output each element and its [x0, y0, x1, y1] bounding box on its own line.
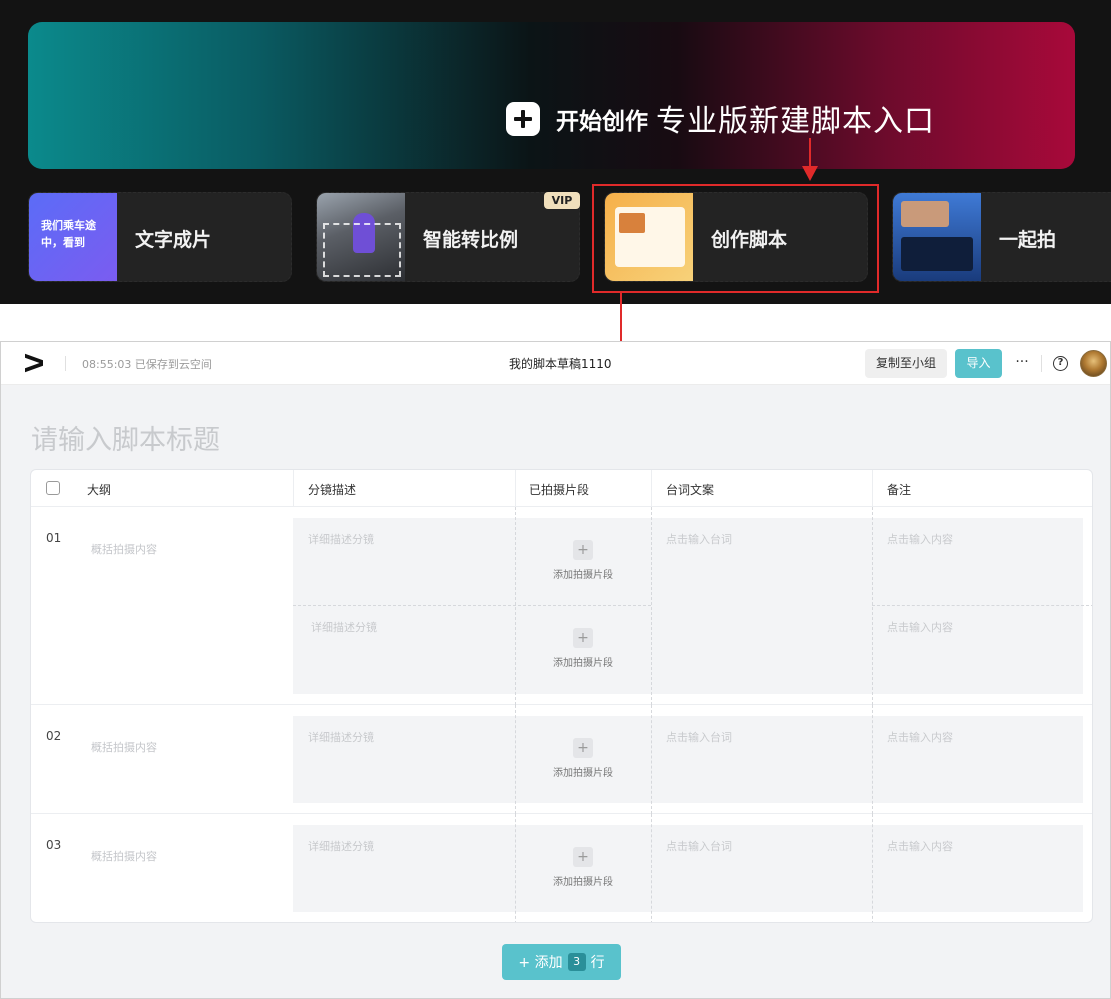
- shot-desc-input[interactable]: 详细描述分镜: [308, 838, 374, 854]
- lines-input[interactable]: 点击输入台词: [666, 838, 732, 854]
- more-icon[interactable]: ···: [1012, 353, 1032, 373]
- row-number: 03: [46, 838, 62, 852]
- annotation-arrow-head: [802, 166, 818, 181]
- document-title[interactable]: 我的脚本草稿1110: [509, 355, 612, 372]
- notes-input[interactable]: 点击输入内容: [887, 619, 953, 635]
- card-text-to-video[interactable]: 我们乘车途中，看到 文字成片: [28, 192, 292, 282]
- script-editor: 08:55:03 已保存到云空间 我的脚本草稿1110 复制至小组 导入 ···…: [0, 341, 1111, 999]
- shot-desc-input[interactable]: 详细描述分镜: [308, 531, 374, 547]
- divider: [872, 605, 1092, 606]
- add-clip-button[interactable]: + 添加拍摄片段: [543, 847, 623, 888]
- add-clip-label: 添加拍摄片段: [553, 570, 613, 581]
- divider: [651, 507, 652, 705]
- script-title-input[interactable]: 请输入脚本标题: [31, 418, 220, 457]
- card-label: 智能转比例: [423, 229, 519, 251]
- smart-ratio-thumbnail: [317, 193, 405, 281]
- outline-input[interactable]: 概括拍摄内容: [91, 848, 157, 864]
- annotation-highlight-box: [592, 184, 879, 293]
- divider: [872, 705, 873, 814]
- avatar[interactable]: [1080, 350, 1107, 377]
- column-header-notes: 备注: [887, 483, 912, 497]
- add-rows-prefix: + 添加: [518, 955, 563, 971]
- import-button[interactable]: 导入: [955, 349, 1002, 378]
- save-status: 08:55:03 已保存到云空间: [82, 358, 212, 371]
- row-number: 01: [46, 531, 62, 545]
- script-table: 大纲 分镜描述 已拍摄片段 台词文案 备注 01 概括拍摄内容 详细描述分镜 详…: [30, 469, 1093, 923]
- outline-input[interactable]: 概括拍摄内容: [91, 541, 157, 557]
- divider: [872, 507, 873, 705]
- column-divider: [651, 470, 652, 507]
- start-create-label: 开始创作: [556, 109, 648, 135]
- divider: [515, 507, 516, 705]
- card-label: 一起拍: [999, 229, 1057, 251]
- table-header: 大纲 分镜描述 已拍摄片段 台词文案 备注: [31, 470, 1092, 507]
- shot-desc-input[interactable]: 详细描述分镜: [308, 729, 374, 745]
- notes-input[interactable]: 点击输入内容: [887, 531, 953, 547]
- divider: [515, 814, 516, 922]
- screenshot-root: 开始创作 专业版新建脚本入口 我们乘车途中，看到 文字成片 智能转比例 创作脚本…: [0, 0, 1111, 999]
- capcut-logo-icon[interactable]: [23, 354, 45, 372]
- annotation-text: 专业版新建脚本入口: [656, 104, 935, 139]
- card-label: 文字成片: [135, 229, 212, 251]
- column-header-outline: 大纲: [87, 483, 112, 497]
- thumbnail-text: 我们乘车途中，看到: [41, 219, 96, 249]
- select-all-checkbox[interactable]: [46, 481, 60, 495]
- add-clip-label: 添加拍摄片段: [553, 658, 613, 669]
- divider: [651, 705, 652, 814]
- row-count-input[interactable]: 3: [567, 953, 586, 971]
- shot-desc-input[interactable]: 详细描述分镜: [311, 619, 377, 635]
- help-icon[interactable]: ?: [1053, 356, 1068, 371]
- plus-icon: +: [573, 540, 593, 560]
- divider: [65, 356, 66, 371]
- editor-header: 08:55:03 已保存到云空间 我的脚本草稿1110 复制至小组 导入 ···…: [1, 342, 1110, 385]
- add-clip-label: 添加拍摄片段: [553, 768, 613, 779]
- divider: [651, 814, 652, 922]
- vip-badge: VIP: [544, 192, 580, 209]
- add-clip-label: 添加拍摄片段: [553, 877, 613, 888]
- add-clip-button[interactable]: + 添加拍摄片段: [543, 628, 623, 669]
- plus-icon: +: [573, 628, 593, 648]
- add-clip-button[interactable]: + 添加拍摄片段: [543, 738, 623, 779]
- add-rows-button[interactable]: + 添加 3 行: [502, 944, 621, 980]
- card-smart-ratio[interactable]: 智能转比例: [316, 192, 580, 282]
- column-header-clips: 已拍摄片段: [529, 483, 590, 497]
- annotation-arrow-line: [809, 138, 811, 168]
- table-row: 03 概括拍摄内容 详细描述分镜 + 添加拍摄片段 点击输入台词 点击输入内容: [31, 814, 1092, 922]
- lines-input[interactable]: 点击输入台词: [666, 729, 732, 745]
- divider: [1041, 355, 1042, 372]
- divider: [293, 605, 651, 606]
- add-clip-button[interactable]: + 添加拍摄片段: [543, 540, 623, 581]
- divider: [515, 705, 516, 814]
- notes-input[interactable]: 点击输入内容: [887, 729, 953, 745]
- column-header-shot-desc: 分镜描述: [308, 483, 357, 497]
- text-to-video-thumbnail: 我们乘车途中，看到: [29, 193, 117, 281]
- column-divider: [515, 470, 516, 507]
- table-row: 01 概括拍摄内容 详细描述分镜 详细描述分镜 + 添加拍摄片段 + 添加拍摄片…: [31, 507, 1092, 705]
- column-header-lines: 台词文案: [666, 483, 715, 497]
- plus-icon: +: [573, 738, 593, 758]
- card-shoot-together[interactable]: 一起拍: [892, 192, 1111, 282]
- row-number: 02: [46, 729, 62, 743]
- home-panel: 开始创作 专业版新建脚本入口 我们乘车途中，看到 文字成片 智能转比例 创作脚本…: [0, 0, 1111, 304]
- plus-icon: +: [573, 847, 593, 867]
- copy-to-group-button[interactable]: 复制至小组: [865, 349, 947, 378]
- start-create-button[interactable]: 开始创作: [506, 102, 648, 136]
- plus-icon: [506, 102, 540, 136]
- notes-input[interactable]: 点击输入内容: [887, 838, 953, 854]
- lines-input[interactable]: 点击输入台词: [666, 531, 732, 547]
- column-divider: [293, 470, 294, 507]
- table-row: 02 概括拍摄内容 详细描述分镜 + 添加拍摄片段 点击输入台词 点击输入内容: [31, 705, 1092, 814]
- column-divider: [872, 470, 873, 507]
- outline-input[interactable]: 概括拍摄内容: [91, 739, 157, 755]
- shoot-together-thumbnail: [893, 193, 981, 281]
- divider: [872, 814, 873, 922]
- add-rows-suffix: 行: [590, 955, 605, 971]
